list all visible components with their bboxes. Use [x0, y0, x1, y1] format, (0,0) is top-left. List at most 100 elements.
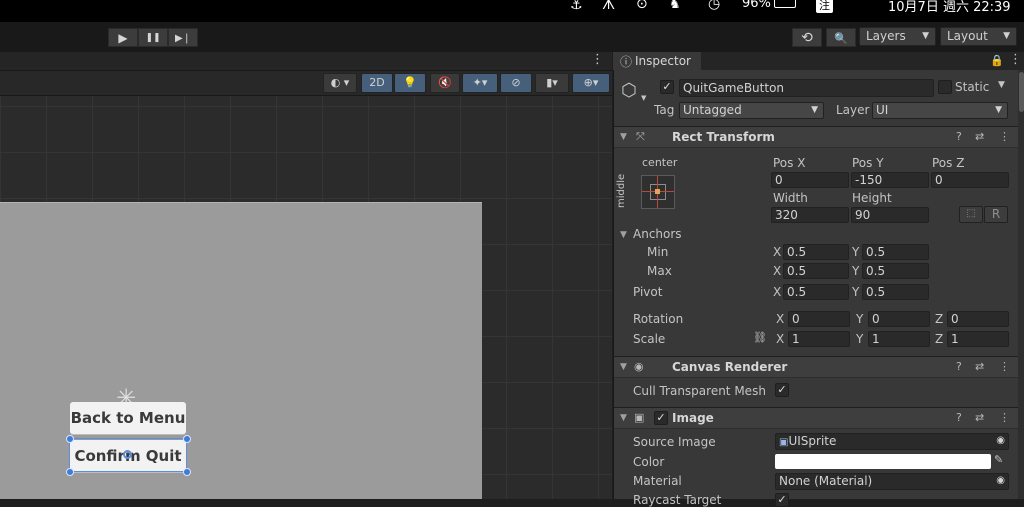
more-menu-icon[interactable]: ⋮ — [1009, 52, 1022, 67]
raycast-target-checkbox[interactable]: ✓ — [775, 493, 789, 507]
help-icon[interactable]: ? — [956, 360, 962, 373]
foldout-arrow-icon[interactable]: ▼ — [620, 132, 627, 142]
rect-transform-header[interactable]: ▼ ⤧ Rect Transform ? ⇄ ⋮ — [614, 126, 1024, 148]
canvas-renderer-header[interactable]: ▼ ◉ Canvas Renderer ? ⇄ ⋮ — [614, 356, 1024, 378]
info-icon: ⓘ — [620, 55, 633, 69]
inspector-scrollbar[interactable] — [1018, 70, 1024, 499]
presets-icon[interactable]: ⇄ — [975, 411, 984, 424]
record-icon[interactable]: ⊙ — [636, 0, 648, 12]
cull-transparent-mesh-checkbox[interactable]: ✓ — [775, 383, 789, 397]
tab-inspector[interactable]: ⓘ Inspector — [613, 52, 701, 70]
search-icon[interactable]: 🔍 — [826, 28, 856, 47]
material-field[interactable]: None (Material) ◉ — [775, 473, 1009, 490]
rotation-z-field[interactable]: 0 — [947, 311, 1009, 327]
pause-button[interactable]: ❚❚ — [138, 28, 168, 47]
blueprint-mode-icon[interactable]: ⬚ — [959, 206, 983, 223]
foldout-arrow-icon[interactable]: ▼ — [620, 413, 627, 423]
lock-icon[interactable]: 🔒 — [990, 54, 1004, 67]
y-label: Y — [856, 312, 864, 326]
object-picker-icon[interactable]: ◉ — [996, 474, 1005, 488]
anchor-min-x-field[interactable]: 0.5 — [783, 244, 849, 260]
scene-visibility-icon[interactable]: ⊘ — [500, 73, 532, 93]
scrollbar-thumb[interactable] — [1019, 72, 1024, 112]
lighting-toggle-icon[interactable]: 💡 — [394, 73, 426, 93]
eyedropper-icon[interactable]: ✎ — [994, 453, 1003, 466]
foldout-arrow-icon[interactable]: ▼ — [620, 230, 627, 240]
material-value: None (Material) — [779, 474, 873, 488]
input-method-icon[interactable]: 注 — [816, 0, 833, 13]
help-icon[interactable]: ? — [956, 130, 962, 143]
component-menu-icon[interactable]: ⋮ — [999, 130, 1010, 143]
raw-edit-button[interactable]: R — [984, 206, 1008, 223]
anchor-min-y-field[interactable]: 0.5 — [862, 244, 929, 260]
draw-mode-dropdown[interactable]: ◐ ▾ — [323, 73, 357, 93]
anchor-presets-button[interactable] — [641, 175, 675, 209]
resize-handle[interactable] — [183, 468, 191, 476]
scene-tab-bar: ⋮ — [0, 52, 612, 71]
gameobject-name-field[interactable]: QuitGameButton — [679, 79, 934, 97]
pivot-x-field[interactable]: 0.5 — [783, 284, 849, 300]
time-machine-icon[interactable]: ◷ — [708, 0, 720, 12]
static-label: Static — [955, 80, 990, 94]
pos-x-field[interactable]: 0 — [771, 172, 849, 188]
component-menu-icon[interactable]: ⋮ — [999, 411, 1010, 424]
pivot-y-field[interactable]: 0.5 — [862, 284, 929, 300]
anchor-icon[interactable]: ⚓ — [570, 0, 583, 13]
layers-dropdown[interactable]: Layers ▼ — [859, 27, 936, 46]
scene-toolbar: ◐ ▾ 2D 💡 🔇 ✦▾ ⊘ ▮▾ ⊕▾ — [0, 71, 612, 96]
image-enabled-checkbox[interactable]: ✓ — [654, 411, 668, 425]
gizmos-dropdown-icon[interactable]: ⊕▾ — [572, 73, 610, 93]
layer-dropdown[interactable]: UI ▼ — [872, 102, 1008, 119]
object-picker-icon[interactable]: ◉ — [996, 434, 1005, 448]
width-field[interactable]: 320 — [771, 207, 849, 223]
vpn-icon[interactable]: ᗑ — [602, 0, 615, 13]
camera-dropdown-icon[interactable]: ▮▾ — [535, 73, 569, 93]
source-image-field[interactable]: ▣UISprite ◉ — [775, 433, 1009, 450]
resize-handle[interactable] — [66, 435, 74, 443]
foldout-arrow-icon[interactable]: ▼ — [620, 362, 627, 372]
pos-y-field[interactable]: -150 — [851, 172, 929, 188]
height-label: Height — [852, 191, 892, 205]
pivot-handle[interactable] — [123, 450, 132, 459]
anchor-max-y-field[interactable]: 0.5 — [862, 263, 929, 279]
battery-icon[interactable] — [774, 0, 796, 8]
back-to-menu-button[interactable]: Back to Menu — [70, 402, 186, 434]
static-checkbox[interactable] — [938, 80, 952, 94]
play-button[interactable]: ▶ — [108, 28, 138, 47]
image-header[interactable]: ▼ ▣ ✓ Image ? ⇄ ⋮ — [614, 407, 1024, 429]
anchor-max-x-field[interactable]: 0.5 — [783, 263, 849, 279]
tag-dropdown[interactable]: Untagged ▼ — [679, 102, 824, 119]
resize-handle[interactable] — [66, 468, 74, 476]
more-menu-icon[interactable]: ⋮ — [591, 52, 604, 67]
help-icon[interactable]: ? — [956, 411, 962, 424]
activity-icon[interactable]: ♞ — [669, 0, 681, 12]
anchor-dot — [655, 189, 660, 194]
presets-icon[interactable]: ⇄ — [975, 360, 984, 373]
audio-toggle-icon[interactable]: 🔇 — [430, 73, 460, 93]
resize-handle[interactable] — [183, 435, 191, 443]
chevron-down-icon[interactable]: ▼ — [641, 94, 646, 102]
component-menu-icon[interactable]: ⋮ — [999, 360, 1010, 373]
scale-y-field[interactable]: 1 — [868, 331, 930, 347]
height-field[interactable]: 90 — [851, 207, 929, 223]
toggle-2d-button[interactable]: 2D — [361, 73, 393, 93]
presets-icon[interactable]: ⇄ — [975, 130, 984, 143]
rotation-x-field[interactable]: 0 — [788, 311, 850, 327]
layout-dropdown[interactable]: Layout ▼ — [940, 27, 1017, 46]
rotation-y-field[interactable]: 0 — [868, 311, 930, 327]
scale-z-field[interactable]: 1 — [947, 331, 1009, 347]
chevron-down-icon[interactable]: ▼ — [998, 80, 1005, 90]
menubar-clock[interactable]: 10月7日 週六 22:39 — [888, 0, 1011, 15]
active-checkbox[interactable]: ✓ — [660, 80, 674, 94]
step-button[interactable]: ▶❘ — [168, 28, 198, 47]
effects-dropdown-icon[interactable]: ✦▾ — [462, 73, 498, 93]
scene-viewport[interactable]: ✳ Back to Menu Confirm Quit — [0, 96, 612, 499]
y-label: Y — [856, 332, 864, 346]
constrain-proportions-icon[interactable]: ⛓ — [753, 331, 767, 344]
scale-x-field[interactable]: 1 — [788, 331, 850, 347]
pos-z-field[interactable]: 0 — [931, 172, 1009, 188]
image-title: Image — [672, 411, 714, 425]
undo-history-icon[interactable]: ⟲ — [792, 28, 822, 47]
anchors-label: Anchors — [633, 227, 682, 241]
color-swatch[interactable] — [775, 454, 991, 469]
